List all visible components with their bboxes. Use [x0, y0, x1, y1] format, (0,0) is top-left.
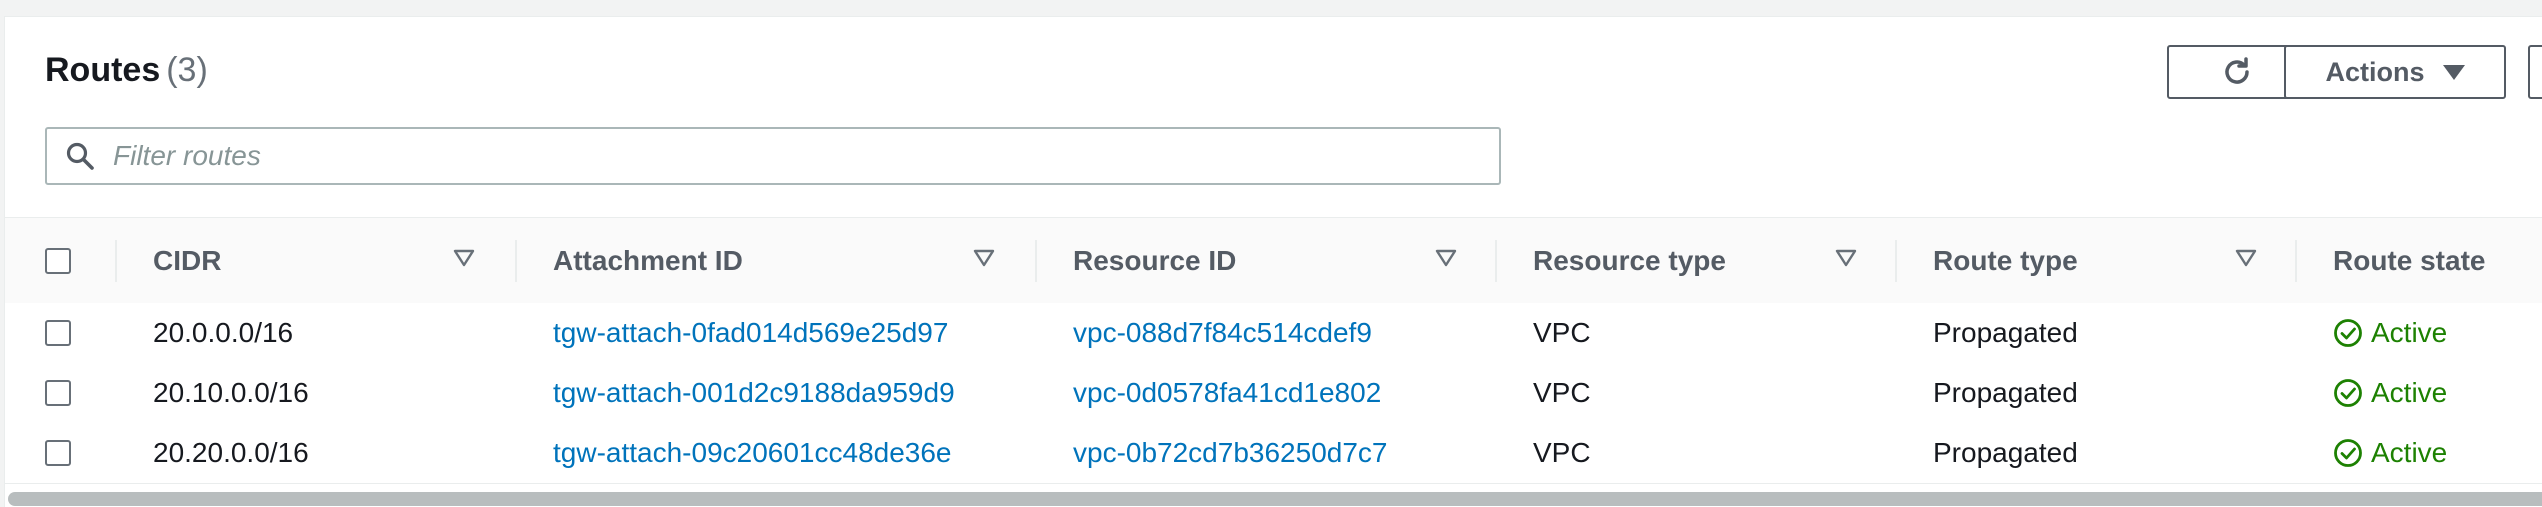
column-divider: [515, 240, 517, 282]
column-header-route-type[interactable]: Route type: [1933, 218, 2078, 304]
sort-icon[interactable]: [2235, 248, 2257, 268]
row-checkbox[interactable]: [45, 440, 71, 466]
column-label: Resource type: [1533, 245, 1726, 276]
caret-down-icon: [2442, 64, 2465, 80]
sort-icon[interactable]: [1835, 248, 1857, 268]
routes-header: Routes (3) Actions: [5, 17, 2542, 217]
status-text: Active: [2371, 437, 2448, 468]
column-label: CIDR: [153, 245, 222, 276]
table-row[interactable]: 20.0.0.0/16 tgw-attach-0fad014d569e25d97…: [5, 303, 2542, 364]
table-header: CIDR Attachment ID Resource ID Resource …: [5, 217, 2542, 305]
search-icon: [66, 142, 94, 170]
column-label: Resource ID: [1073, 245, 1237, 276]
cidr-cell: 20.0.0.0/16: [153, 317, 294, 348]
column-divider: [115, 240, 117, 282]
refresh-icon: [2225, 57, 2249, 84]
table-row[interactable]: 20.10.0.0/16 tgw-attach-001d2c9188da959d…: [5, 363, 2542, 424]
column-divider: [1495, 240, 1497, 282]
column-label: Attachment ID: [553, 245, 743, 276]
route-state-cell: Active: [2333, 423, 2447, 483]
resource-id-link[interactable]: vpc-0d0578fa41cd1e802: [1073, 363, 1381, 423]
route-state-cell: Active: [2333, 303, 2447, 363]
column-header-cidr[interactable]: CIDR: [153, 218, 221, 304]
column-header-attachment-id[interactable]: Attachment ID: [553, 218, 743, 304]
status-check-icon: [2334, 379, 2362, 407]
more-button[interactable]: [2528, 45, 2542, 99]
resource-type-cell: VPC: [1533, 317, 1591, 348]
resource-type-cell: VPC: [1533, 377, 1591, 408]
actions-button[interactable]: Actions: [2284, 45, 2506, 99]
sort-icon[interactable]: [453, 248, 475, 268]
actions-label: Actions: [2325, 56, 2425, 87]
column-divider: [2295, 240, 2297, 282]
select-all-checkbox[interactable]: [45, 248, 71, 274]
column-header-resource-type[interactable]: Resource type: [1533, 218, 1726, 304]
sort-icon[interactable]: [1435, 248, 1457, 268]
horizontal-scrollbar[interactable]: [8, 492, 2542, 506]
resource-id-link[interactable]: vpc-088d7f84c514cdef9: [1073, 303, 1372, 363]
column-header-route-state[interactable]: Route state: [2333, 218, 2485, 304]
attachment-id-link[interactable]: tgw-attach-0fad014d569e25d97: [553, 303, 948, 363]
cidr-cell: 20.20.0.0/16: [153, 437, 309, 468]
row-checkbox[interactable]: [45, 380, 71, 406]
page-title: Routes (3): [45, 53, 208, 87]
route-type-cell: Propagated: [1933, 437, 2078, 468]
table-row[interactable]: 20.20.0.0/16 tgw-attach-09c20601cc48de36…: [5, 423, 2542, 484]
status-text: Active: [2371, 377, 2448, 408]
column-divider: [1035, 240, 1037, 282]
attachment-id-link[interactable]: tgw-attach-09c20601cc48de36e: [553, 423, 952, 483]
column-divider: [1895, 240, 1897, 282]
route-type-cell: Propagated: [1933, 377, 2078, 408]
column-header-resource-id[interactable]: Resource ID: [1073, 218, 1236, 304]
sort-icon[interactable]: [973, 248, 995, 268]
cidr-cell: 20.10.0.0/16: [153, 377, 309, 408]
route-count: (3): [166, 51, 208, 89]
column-label: Route type: [1933, 245, 2078, 276]
row-checkbox[interactable]: [45, 320, 71, 346]
route-state-cell: Active: [2333, 363, 2447, 423]
attachment-id-link[interactable]: tgw-attach-001d2c9188da959d9: [553, 363, 955, 423]
route-type-cell: Propagated: [1933, 317, 2078, 348]
column-label: Route state: [2333, 245, 2486, 276]
filter-routes-input[interactable]: [111, 139, 1499, 173]
resource-id-link[interactable]: vpc-0b72cd7b36250d7c7: [1073, 423, 1387, 483]
status-check-icon: [2334, 319, 2362, 347]
routes-panel: Routes(3) Actions CIDR: [4, 16, 2542, 507]
status-check-icon: [2334, 439, 2362, 467]
search-box[interactable]: [45, 127, 1501, 185]
status-text: Active: [2371, 317, 2448, 348]
resource-type-cell: VPC: [1533, 437, 1591, 468]
title-text: Routes: [45, 51, 161, 89]
